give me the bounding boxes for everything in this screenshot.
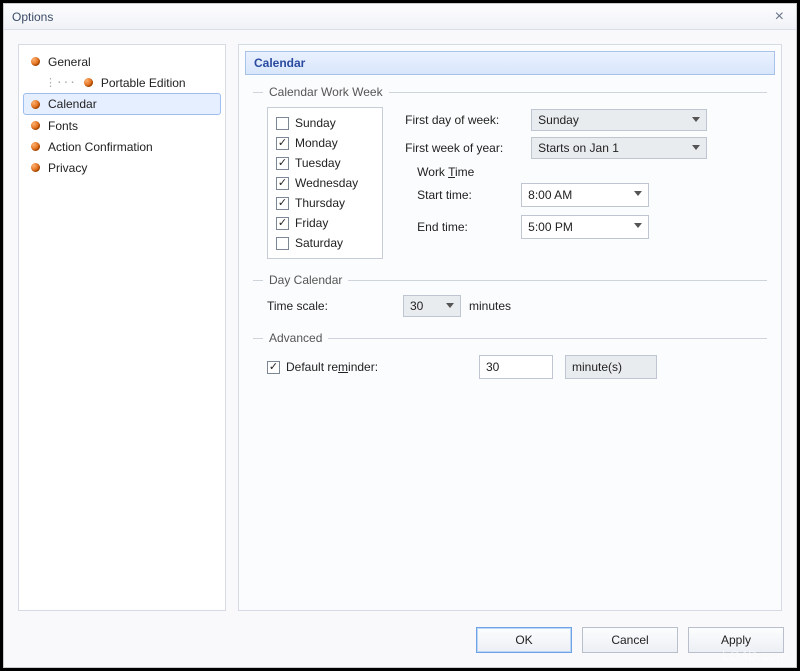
day-friday[interactable]: Friday bbox=[276, 213, 358, 233]
sidebar-item-privacy[interactable]: Privacy bbox=[23, 157, 221, 178]
checkbox[interactable] bbox=[276, 237, 289, 250]
group-advanced: Advanced Default reminder: 30 minute(s) bbox=[253, 331, 767, 379]
category-sidebar: General ⋮··· Portable Edition Calendar F… bbox=[18, 44, 226, 611]
day-sunday[interactable]: Sunday bbox=[276, 113, 358, 133]
start-time-combo[interactable]: 8:00 AM bbox=[521, 183, 649, 207]
bullet-icon bbox=[84, 78, 93, 87]
timescale-label: Time scale: bbox=[267, 299, 395, 313]
day-label: Sunday bbox=[295, 116, 336, 130]
bullet-icon bbox=[31, 57, 40, 66]
first-day-combo[interactable]: Sunday bbox=[531, 109, 707, 131]
sidebar-item-label: Action Confirmation bbox=[48, 140, 153, 154]
group-workweek: Calendar Work Week Sunday Monday Tuesday… bbox=[253, 85, 767, 259]
tree-branch-icon: ⋮··· bbox=[45, 76, 76, 89]
panel-title: Calendar bbox=[245, 51, 775, 75]
cancel-button[interactable]: Cancel bbox=[582, 627, 678, 653]
sidebar-item-portable-edition[interactable]: ⋮··· Portable Edition bbox=[23, 72, 221, 93]
default-reminder-check[interactable]: Default reminder: bbox=[267, 360, 467, 374]
bullet-icon bbox=[31, 163, 40, 172]
window-title: Options bbox=[12, 10, 53, 24]
sidebar-item-fonts[interactable]: Fonts bbox=[23, 115, 221, 136]
sidebar-item-label: Portable Edition bbox=[101, 76, 186, 90]
end-time-combo[interactable]: 5:00 PM bbox=[521, 215, 649, 239]
day-label: Thursday bbox=[295, 196, 345, 210]
chevron-down-icon bbox=[692, 117, 700, 122]
bullet-icon bbox=[31, 142, 40, 151]
sidebar-item-label: Fonts bbox=[48, 119, 78, 133]
titlebar: Options × bbox=[4, 4, 796, 30]
day-label: Wednesday bbox=[295, 176, 358, 190]
group-legend: Day Calendar bbox=[269, 273, 342, 287]
day-saturday[interactable]: Saturday bbox=[276, 233, 358, 253]
sidebar-item-label: General bbox=[48, 55, 91, 69]
reminder-unit-combo[interactable]: minute(s) bbox=[565, 355, 657, 379]
chevron-down-icon bbox=[692, 145, 700, 150]
worktime-heading: Work Time bbox=[417, 165, 767, 179]
chevron-down-icon bbox=[446, 303, 454, 308]
checkbox[interactable] bbox=[276, 197, 289, 210]
timescale-combo[interactable]: 30 bbox=[403, 295, 461, 317]
day-label: Friday bbox=[295, 216, 328, 230]
checkbox[interactable] bbox=[276, 217, 289, 230]
day-thursday[interactable]: Thursday bbox=[276, 193, 358, 213]
ok-button[interactable]: OK bbox=[476, 627, 572, 653]
sidebar-item-calendar[interactable]: Calendar bbox=[23, 93, 221, 115]
watermark: LO4D.com bbox=[722, 648, 788, 663]
sidebar-item-label: Calendar bbox=[48, 97, 97, 111]
sidebar-item-label: Privacy bbox=[48, 161, 87, 175]
close-icon[interactable]: × bbox=[771, 8, 788, 26]
bullet-icon bbox=[31, 121, 40, 130]
group-legend: Advanced bbox=[269, 331, 322, 345]
sidebar-item-general[interactable]: General bbox=[23, 51, 221, 72]
default-reminder-label: Default reminder: bbox=[286, 360, 378, 374]
combo-value: 30 bbox=[410, 299, 423, 313]
checkbox[interactable] bbox=[267, 361, 280, 374]
combo-value: minute(s) bbox=[572, 360, 622, 374]
reminder-value-combo[interactable]: 30 bbox=[479, 355, 553, 379]
day-monday[interactable]: Monday bbox=[276, 133, 358, 153]
start-time-label: Start time: bbox=[417, 188, 513, 202]
combo-value: 30 bbox=[486, 360, 499, 374]
checkbox[interactable] bbox=[276, 117, 289, 130]
first-week-combo[interactable]: Starts on Jan 1 bbox=[531, 137, 707, 159]
day-label: Monday bbox=[295, 136, 338, 150]
workweek-days: Sunday Monday Tuesday Wednesday Thursday… bbox=[267, 107, 383, 259]
checkbox[interactable] bbox=[276, 157, 289, 170]
combo-value: Starts on Jan 1 bbox=[538, 141, 619, 155]
day-wednesday[interactable]: Wednesday bbox=[276, 173, 358, 193]
options-dialog: Options × General ⋮··· Portable Edition … bbox=[4, 4, 796, 667]
bullet-icon bbox=[31, 100, 40, 109]
first-day-label: First day of week: bbox=[405, 113, 523, 127]
sidebar-item-action-confirmation[interactable]: Action Confirmation bbox=[23, 136, 221, 157]
day-label: Tuesday bbox=[295, 156, 341, 170]
chevron-down-icon bbox=[634, 223, 642, 228]
group-legend: Calendar Work Week bbox=[269, 85, 383, 99]
group-daycalendar: Day Calendar Time scale: 30 minutes bbox=[253, 273, 767, 317]
chevron-down-icon bbox=[634, 191, 642, 196]
day-label: Saturday bbox=[295, 236, 343, 250]
timescale-unit: minutes bbox=[469, 299, 511, 313]
day-tuesday[interactable]: Tuesday bbox=[276, 153, 358, 173]
first-week-label: First week of year: bbox=[405, 141, 523, 155]
combo-value: Sunday bbox=[538, 113, 579, 127]
checkbox[interactable] bbox=[276, 177, 289, 190]
dialog-footer: OK Cancel Apply bbox=[4, 619, 796, 667]
checkbox[interactable] bbox=[276, 137, 289, 150]
combo-value: 5:00 PM bbox=[528, 220, 573, 234]
combo-value: 8:00 AM bbox=[528, 188, 572, 202]
end-time-label: End time: bbox=[417, 220, 513, 234]
